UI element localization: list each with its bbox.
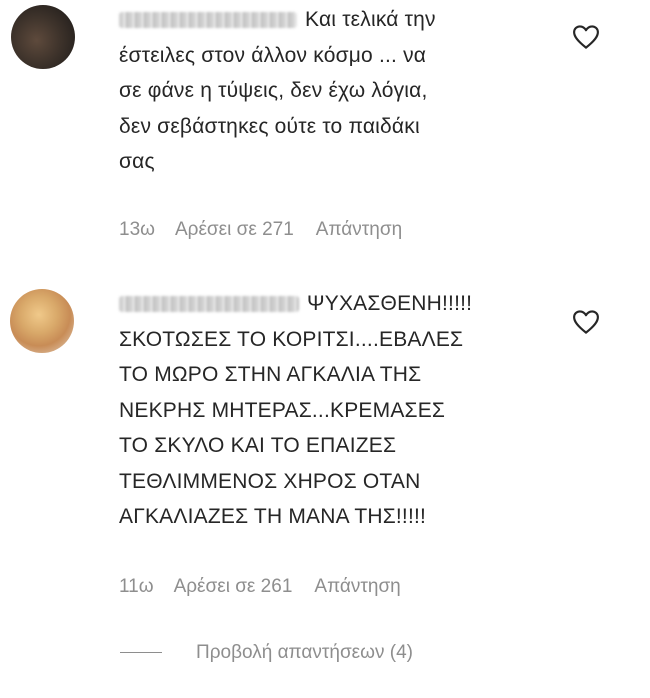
heart-icon[interactable] [571,307,601,337]
avatar[interactable] [11,5,75,69]
reply-button[interactable]: Απάντηση [314,576,400,598]
comment-meta: 13ω Αρέσει σε 271 Απάντηση [119,219,424,241]
comment-text: ΨΥΧΑΣΘΕΝΗ!!!!! ΣΚΟΤΩΣΕΣ ΤΟ ΚΟΡΙΤΣΙ....ΕΒ… [119,286,539,535]
reply-button[interactable]: Απάντηση [316,219,402,241]
comment-text: Και τελικά την έστειλες στον άλλον κόσμο… [119,2,539,180]
username-blurred[interactable] [119,296,299,313]
comment-line: σε φάνε η τύψεις, δεν έχω λόγια, [119,79,428,102]
likes-count[interactable]: Αρέσει σε 271 [175,219,294,241]
comment-line: ΨΥΧΑΣΘΕΝΗ!!!!! [119,286,539,322]
divider-line [120,652,162,654]
comment-line: Και τελικά την [119,2,539,38]
comment-line: σας [119,150,155,173]
username-blurred[interactable] [119,12,297,29]
comment-line: ΣΚΟΤΩΣΕΣ ΤΟ ΚΟΡΙΤΣΙ....ΕΒΑΛΕΣ [119,327,464,351]
comment-line: ΝΕΚΡΗΣ ΜΗΤΕΡΑΣ...ΚΡΕΜΑΣΕΣ [119,398,446,422]
timestamp[interactable]: 11ω [119,576,154,598]
timestamp[interactable]: 13ω [119,219,155,241]
comment-meta: 11ω Αρέσει σε 261 Απάντηση [119,576,423,598]
likes-count[interactable]: Αρέσει σε 261 [174,576,293,598]
heart-icon[interactable] [571,22,601,52]
comment-line: ΤΕΘΛΙΜΜΕΝΟΣ ΧΗΡΟΣ ΟΤΑΝ [119,469,421,493]
comment-line: ΤΟ ΣΚΥΛΟ ΚΑΙ ΤΟ ΕΠΑΙΖΕΣ [119,434,397,457]
comment-line: ΤΟ ΜΩΡΟ ΣΤΗΝ ΑΓΚΑΛΙΑ ΤΗΣ [119,363,422,386]
avatar[interactable] [10,289,74,353]
comment-line: ΑΓΚΑΛΙΑΖΕΣ ΤΗ ΜΑΝΑ ΤΗΣ!!!!! [119,505,427,528]
comment-line: έστειλες στον άλλον κόσμο ... να [119,43,427,67]
view-replies-label: Προβολή απαντήσεων (4) [196,642,413,663]
view-replies-button[interactable]: Προβολή απαντήσεων (4) [120,642,413,664]
comment-line: δεν σεβάστηκες ούτε το παιδάκι [119,114,420,138]
